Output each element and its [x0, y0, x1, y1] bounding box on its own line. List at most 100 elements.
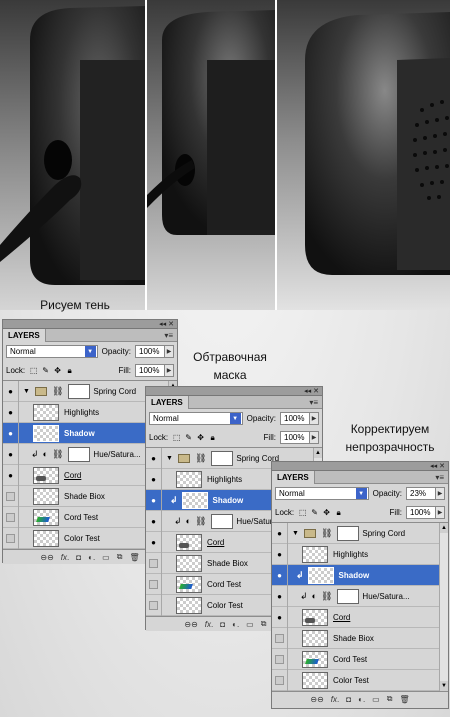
layer-name[interactable]: Highlights	[64, 408, 99, 417]
visibility-toggle[interactable]	[272, 648, 288, 670]
layer-row[interactable]: ● Cord	[272, 606, 448, 628]
opacity-slider-arrow[interactable]: ▶	[165, 345, 174, 358]
link-layers-icon[interactable]: ⊖⊖	[310, 695, 323, 704]
eye-icon[interactable]: ●	[3, 443, 19, 465]
eye-icon[interactable]: ●	[146, 447, 162, 469]
layer-name[interactable]: Cord Test	[333, 655, 367, 664]
eye-icon[interactable]: ●	[3, 401, 19, 423]
fill-field[interactable]: 100%	[280, 431, 310, 444]
scroll-up-icon[interactable]: ▲	[314, 448, 322, 458]
new-group-icon[interactable]: ▭	[102, 553, 110, 562]
layer-style-icon[interactable]: fx.	[61, 553, 69, 562]
layer-name[interactable]: Shadow	[339, 571, 370, 580]
adjustment-layer-icon[interactable]: ◐.	[232, 620, 239, 629]
lock-brush-icon[interactable]: ✎	[310, 508, 319, 517]
layer-name[interactable]: Hue/Satura...	[362, 592, 409, 601]
lock-transparent-icon[interactable]: ⬚	[298, 508, 307, 517]
layer-name[interactable]: Shadow	[64, 429, 95, 438]
layer-row[interactable]: Color Test	[272, 669, 448, 691]
visibility-toggle[interactable]	[3, 485, 19, 507]
delete-layer-icon[interactable]: 🗑︎	[129, 553, 139, 562]
add-mask-icon[interactable]: ◘	[76, 553, 81, 562]
delete-layer-icon[interactable]: 🗑︎	[399, 695, 409, 704]
add-mask-icon[interactable]: ◘	[220, 620, 225, 629]
layer-name[interactable]: Spring Cord	[93, 387, 136, 396]
opacity-field[interactable]: 23%	[406, 487, 436, 500]
lock-all-icon[interactable]: 🔒︎	[65, 366, 74, 375]
link-layers-icon[interactable]: ⊖⊖	[184, 620, 197, 629]
lock-brush-icon[interactable]: ✎	[41, 366, 50, 375]
layer-name[interactable]: Cord	[207, 538, 224, 547]
visibility-toggle[interactable]	[146, 573, 162, 595]
collapse-icon[interactable]: ◂◂ ✕	[304, 387, 319, 395]
opacity-slider-arrow[interactable]: ▶	[310, 412, 319, 425]
panel-menu-icon[interactable]: ▾≡	[435, 473, 448, 482]
layer-name[interactable]: Color Test	[207, 601, 243, 610]
layers-panel-3[interactable]: ◂◂ ✕ LAYERS ▾≡ Normal ▼ Opacity: 23% ▶ L…	[271, 461, 449, 709]
tab-layers[interactable]: LAYERS	[3, 328, 46, 342]
layer-style-icon[interactable]: fx.	[205, 620, 213, 629]
collapse-icon[interactable]: ◂◂ ✕	[159, 320, 174, 328]
layer-name[interactable]: Hue/Satura...	[93, 450, 140, 459]
eye-icon[interactable]: ●	[3, 422, 19, 444]
blend-mode-select[interactable]: Normal ▼	[275, 487, 369, 500]
blend-mode-select[interactable]: Normal ▼	[149, 412, 243, 425]
layer-row[interactable]: ● ▼ ⛓ Spring Cord	[272, 522, 448, 544]
lock-all-icon[interactable]: 🔒︎	[334, 508, 343, 517]
layer-row[interactable]: ● Highlights	[272, 543, 448, 565]
tab-layers[interactable]: LAYERS	[272, 470, 315, 484]
new-group-icon[interactable]: ▭	[246, 620, 254, 629]
layer-row[interactable]: Shade Biox	[272, 627, 448, 649]
layers-scrollbar[interactable]: ▲▼	[439, 523, 448, 691]
layer-row[interactable]: ● ↲ ◐ ⛓ Hue/Satura...	[272, 585, 448, 607]
chevron-down-icon[interactable]: ▼	[229, 413, 241, 424]
fill-field[interactable]: 100%	[406, 506, 436, 519]
layer-name[interactable]: Cord	[333, 613, 350, 622]
scroll-down-icon[interactable]: ▼	[440, 681, 448, 691]
eye-icon[interactable]: ●	[272, 606, 288, 628]
expand-triangle-icon[interactable]: ▼	[23, 388, 30, 395]
layer-row[interactable]: Cord Test	[272, 648, 448, 670]
eye-icon[interactable]: ●	[146, 510, 162, 532]
layer-name[interactable]: Cord Test	[64, 513, 98, 522]
visibility-toggle[interactable]	[3, 506, 19, 528]
layer-name[interactable]: Shadow	[213, 496, 244, 505]
lock-brush-icon[interactable]: ✎	[184, 433, 193, 442]
layer-name[interactable]: Cord Test	[207, 580, 241, 589]
fill-slider-arrow[interactable]: ▶	[165, 364, 174, 377]
layer-name[interactable]: Shade Biox	[207, 559, 248, 568]
layer-name[interactable]: Cord	[64, 471, 81, 480]
visibility-toggle[interactable]	[3, 527, 19, 549]
new-layer-icon[interactable]: ⧉	[117, 552, 123, 562]
chevron-down-icon[interactable]: ▼	[84, 346, 96, 357]
expand-triangle-icon[interactable]: ▼	[292, 530, 299, 537]
opacity-field[interactable]: 100%	[280, 412, 310, 425]
eye-icon[interactable]: ●	[3, 380, 19, 402]
chevron-down-icon[interactable]: ▼	[355, 488, 367, 499]
layer-name[interactable]: Shade Biox	[64, 492, 105, 501]
add-mask-icon[interactable]: ◘	[346, 695, 351, 704]
visibility-toggle[interactable]	[272, 669, 288, 691]
tab-layers[interactable]: LAYERS	[146, 395, 189, 409]
opacity-slider-arrow[interactable]: ▶	[436, 487, 445, 500]
layer-name[interactable]: Spring Cord	[362, 529, 405, 538]
visibility-toggle[interactable]	[146, 594, 162, 616]
visibility-toggle[interactable]	[272, 627, 288, 649]
scroll-up-icon[interactable]: ▲	[440, 523, 448, 533]
eye-icon[interactable]: ●	[3, 464, 19, 486]
lock-all-icon[interactable]: 🔒︎	[208, 433, 217, 442]
eye-icon[interactable]: ●	[272, 585, 288, 607]
link-layers-icon[interactable]: ⊖⊖	[40, 553, 53, 562]
eye-icon[interactable]: ●	[146, 468, 162, 490]
layer-name[interactable]: Highlights	[333, 550, 368, 559]
adjustment-layer-icon[interactable]: ◐.	[358, 695, 365, 704]
eye-icon[interactable]: ●	[272, 543, 288, 565]
fill-slider-arrow[interactable]: ▶	[436, 506, 445, 519]
layer-row[interactable]: ● ↲ Shadow	[272, 564, 448, 586]
layer-name[interactable]: Shade Biox	[333, 634, 374, 643]
fill-field[interactable]: 100%	[135, 364, 165, 377]
blend-mode-select[interactable]: Normal ▼	[6, 345, 98, 358]
lock-move-icon[interactable]: ✥	[196, 433, 205, 442]
expand-triangle-icon[interactable]: ▼	[166, 455, 173, 462]
eye-icon[interactable]: ●	[146, 489, 162, 511]
